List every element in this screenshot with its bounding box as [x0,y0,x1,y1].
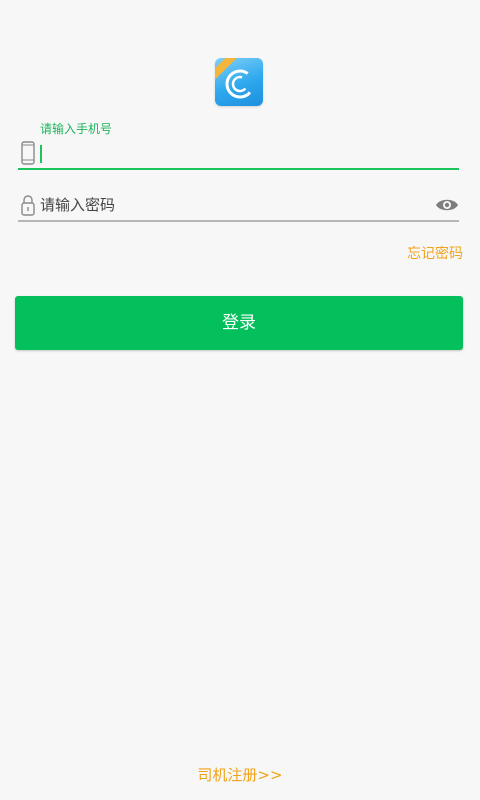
lock-icon [21,195,35,216]
password-field[interactable] [18,190,459,222]
password-input[interactable] [40,192,420,218]
phone-icon [21,141,35,165]
app-logo-icon [225,69,255,99]
forgot-password-link[interactable]: 忘记密码 [407,244,463,264]
phone-input[interactable] [40,140,420,166]
login-screen: 请输入手机号 忘记密码 登录 司机注册>> [0,0,480,800]
app-logo [215,58,263,106]
phone-field[interactable] [18,138,459,170]
login-button[interactable]: 登录 [15,296,463,350]
phone-field-label: 请输入手机号 [40,122,113,136]
eye-icon[interactable] [435,196,459,214]
driver-register-link[interactable]: 司机注册>> [0,765,480,785]
